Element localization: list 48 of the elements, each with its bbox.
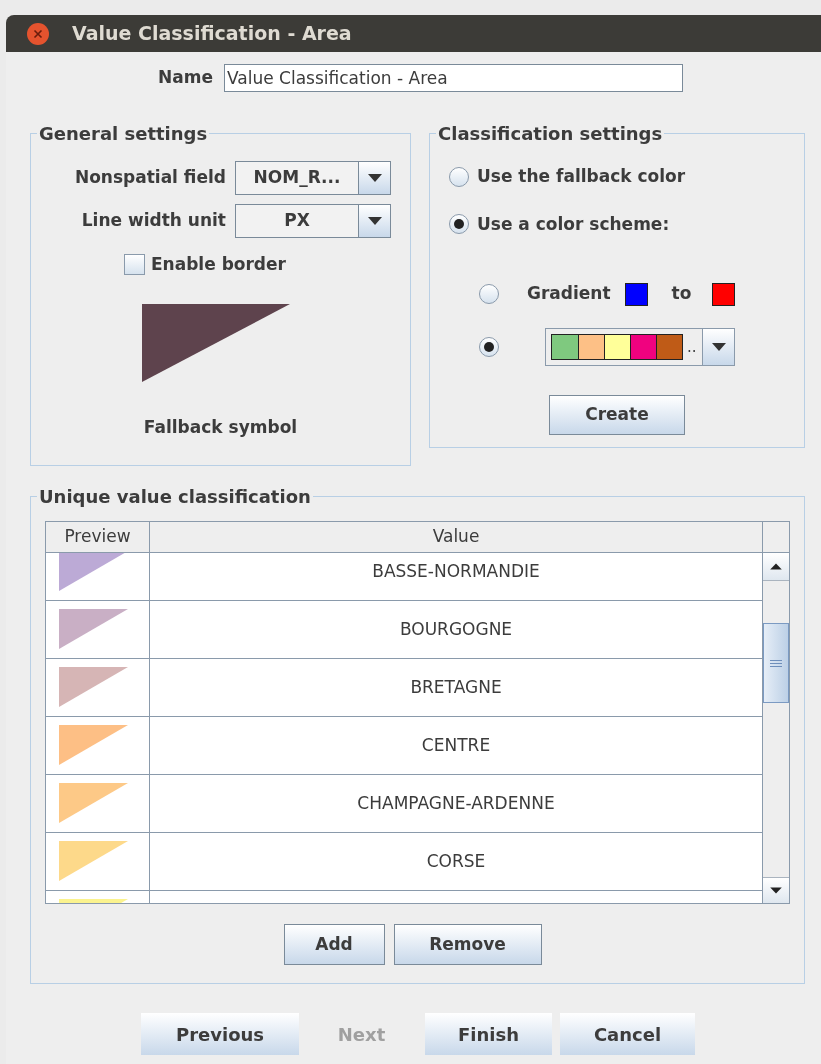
field-label: Nonspatial field <box>73 166 227 190</box>
more-label: .. <box>687 336 698 358</box>
radio-label: Use the fallback color <box>477 165 686 188</box>
scroll-up-icon[interactable] <box>763 553 789 581</box>
group-title: General settings <box>38 122 209 146</box>
group-title: Classification settings <box>437 122 664 146</box>
column-header[interactable]: Preview <box>46 522 150 552</box>
checkbox-label: Enable border <box>151 253 286 276</box>
remove-button[interactable]: Remove <box>393 924 542 965</box>
create-button[interactable]: Create <box>549 395 685 435</box>
wizard-button[interactable]: Finish <box>425 1013 552 1055</box>
scrollbar[interactable] <box>763 553 789 903</box>
field-label: Line width unit <box>80 209 227 233</box>
radio-button[interactable] <box>449 214 469 235</box>
column-header[interactable]: Value <box>150 522 763 552</box>
palette-dropdown[interactable]: .. <box>545 328 735 366</box>
color-swatch[interactable] <box>624 282 648 306</box>
table-cell-text: BOURGOGNE <box>399 617 513 641</box>
radio-button[interactable] <box>479 284 499 304</box>
caret-icon <box>711 343 726 351</box>
color-swatch[interactable] <box>712 282 736 306</box>
grip-icon <box>770 659 782 667</box>
wizard-button[interactable]: Cancel <box>560 1013 695 1055</box>
radio-button[interactable] <box>449 166 469 187</box>
radio-button[interactable] <box>479 337 499 357</box>
name-field[interactable]: Value Classification - Area <box>224 64 683 92</box>
checkbox[interactable] <box>124 254 145 276</box>
close-icon[interactable] <box>27 22 49 45</box>
table-cell-text: CHAMPAGNE-ARDENNE <box>357 791 555 815</box>
caret-icon <box>367 217 382 225</box>
gradient-label: Gradient <box>527 282 611 306</box>
table-cell-text: CORSE <box>426 849 486 873</box>
fallback-symbol-label: Fallback symbol <box>143 415 298 439</box>
to-label: to <box>671 282 692 306</box>
window-title: Value Classification - Area <box>72 21 352 47</box>
add-button[interactable]: Add <box>283 924 385 965</box>
nonspatial-field-dropdown[interactable]: NOM_R... <box>235 161 391 195</box>
group-title: Unique value classification <box>38 485 312 509</box>
table-cell-text: BASSE-NORMANDIE <box>372 559 540 583</box>
scroll-down-icon[interactable] <box>763 877 789 903</box>
wizard-button[interactable]: Previous <box>141 1013 299 1055</box>
name-label: Name <box>157 66 213 90</box>
scrollbar-thumb[interactable] <box>763 623 789 703</box>
table-cell-text: BRETAGNE <box>410 675 502 699</box>
line-width-unit-dropdown[interactable]: PX <box>235 204 391 238</box>
table-cell-text: CENTRE <box>421 733 491 757</box>
caret-icon <box>367 174 382 182</box>
radio-label: Use a color scheme: <box>477 212 670 236</box>
